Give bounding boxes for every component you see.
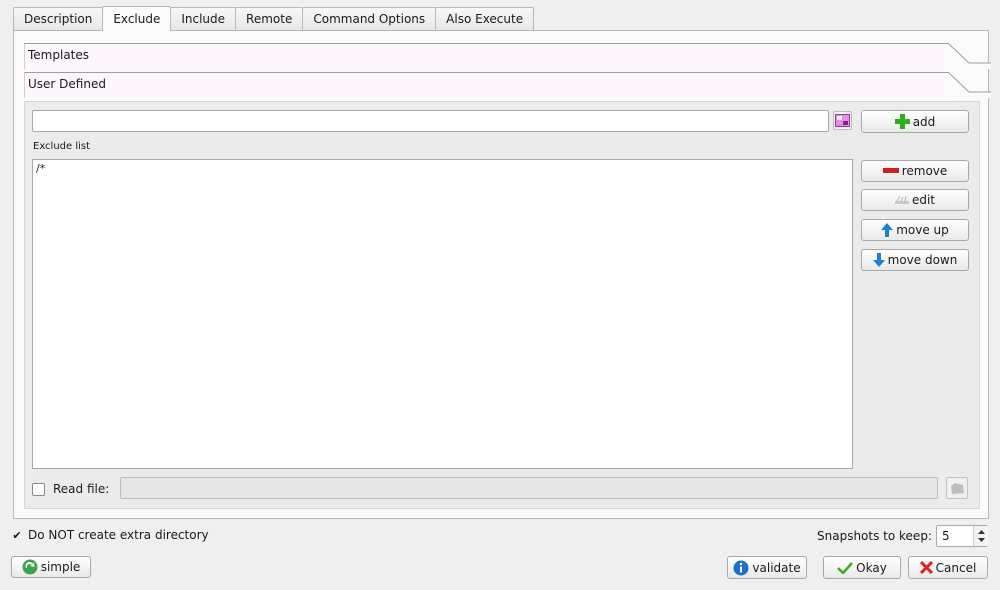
close-icon [919, 561, 933, 574]
read-file-row: Read file: [32, 482, 109, 496]
tab-bar: Description Exclude Include Remote Comma… [13, 6, 535, 31]
user-defined-section-label: User Defined [28, 77, 106, 91]
snapshots-spin-arrows[interactable] [973, 526, 988, 546]
exclude-list[interactable]: /* [32, 159, 853, 469]
templates-section-bar: Templates [24, 43, 949, 69]
list-item[interactable]: /* [33, 160, 852, 177]
tab-command-options[interactable]: Command Options [302, 7, 437, 31]
move-down-button-label: move down [887, 253, 958, 267]
exclude-list-label: Exclude list [33, 141, 91, 152]
tab-remote[interactable]: Remote [235, 7, 304, 31]
templates-section-header[interactable]: Templates [24, 43, 991, 69]
move-up-button[interactable]: move up [861, 219, 969, 241]
cancel-button-label: Cancel [935, 560, 977, 575]
section-tab-corner-icon [948, 43, 991, 69]
pattern-picker-icon [835, 114, 850, 127]
exclude-pattern-input[interactable] [32, 110, 829, 132]
minus-icon [882, 168, 899, 173]
arrow-up-icon [881, 223, 894, 237]
remove-button[interactable]: remove [861, 160, 969, 182]
arrow-down-icon [872, 253, 885, 267]
plus-icon [894, 114, 910, 129]
read-file-path-field[interactable] [120, 477, 938, 499]
validate-button[interactable]: validate [727, 556, 807, 579]
simple-button[interactable]: simple [11, 556, 91, 578]
no-extra-dir-row: ✔ Do NOT create extra directory [11, 528, 209, 542]
read-file-checkbox[interactable] [32, 482, 45, 496]
okay-button-label: Okay [856, 560, 887, 575]
user-defined-content: add Exclude list /* remove edit move up [24, 101, 980, 509]
simple-button-label: simple [40, 560, 81, 574]
okay-button[interactable]: Okay [823, 556, 901, 579]
edit-button[interactable]: edit [861, 189, 969, 211]
remove-button-label: remove [901, 164, 948, 178]
folder-icon [950, 482, 964, 494]
exclude-panel: Templates User Defined add Exclude list … [13, 30, 991, 519]
spin-arrows-icon [978, 530, 985, 542]
checkmark-icon [837, 561, 854, 574]
no-extra-dir-checkbox[interactable]: ✔ [11, 529, 23, 541]
edit-icon [894, 195, 909, 204]
user-defined-section-bar: User Defined [24, 72, 949, 98]
tab-also-execute[interactable]: Also Execute [435, 7, 535, 31]
snapshots-spinbox[interactable]: 5 [936, 525, 988, 547]
tab-description[interactable]: Description [13, 7, 104, 31]
templates-section-label: Templates [28, 48, 90, 62]
cancel-button[interactable]: Cancel [908, 556, 988, 579]
add-button-label: add [912, 114, 936, 129]
user-defined-section-header[interactable]: User Defined [24, 72, 991, 98]
validate-button-label: validate [752, 560, 801, 575]
section-tab-corner-icon [948, 72, 991, 98]
pattern-picker-button[interactable] [833, 111, 852, 130]
tab-include[interactable]: Include [170, 7, 237, 31]
read-file-label: Read file: [53, 482, 110, 496]
recycle-icon [22, 559, 38, 575]
tab-exclude[interactable]: Exclude [102, 6, 172, 31]
browse-file-button[interactable] [946, 477, 968, 499]
move-up-button-label: move up [896, 223, 949, 237]
snapshots-label: Snapshots to keep: [817, 529, 932, 543]
add-button[interactable]: add [861, 110, 969, 133]
move-down-button[interactable]: move down [861, 249, 969, 271]
snapshots-value: 5 [942, 529, 950, 543]
no-extra-dir-label: Do NOT create extra directory [28, 528, 209, 542]
edit-button-label: edit [911, 193, 936, 207]
info-icon [733, 560, 749, 575]
